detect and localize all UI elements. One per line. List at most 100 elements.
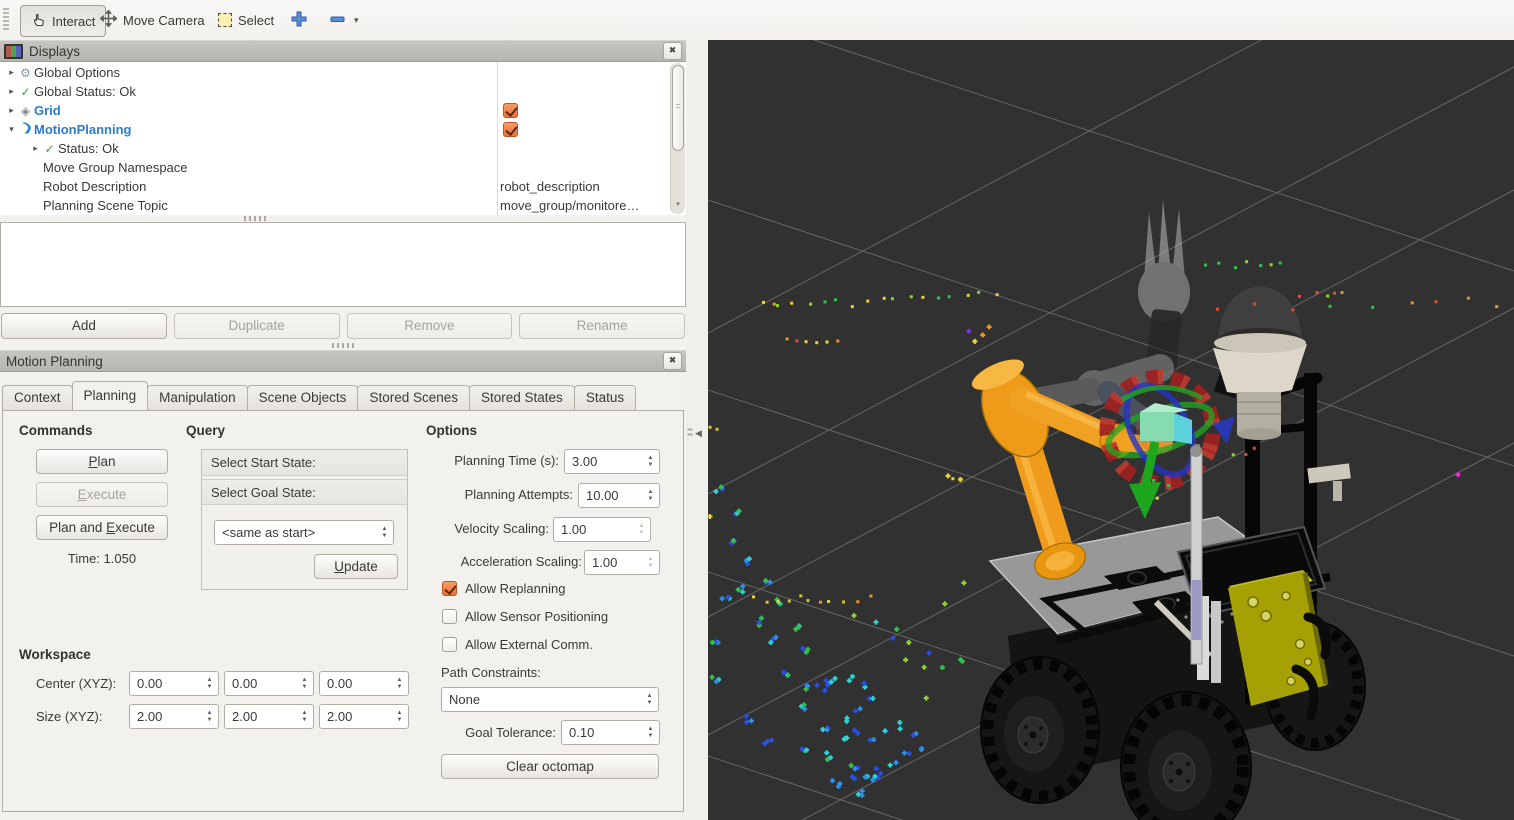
update-button[interactable]: Update: [314, 554, 398, 579]
goal-tolerance-spinbox[interactable]: 0.10 ▲ ▼: [561, 720, 660, 745]
select-tool-button[interactable]: Select: [218, 5, 274, 35]
allow-external-comm-option[interactable]: Allow External Comm.: [442, 637, 593, 652]
allow-replanning-option[interactable]: Allow Replanning: [442, 581, 565, 596]
combo-arrows[interactable]: ▲ ▼: [376, 521, 393, 544]
expander-icon[interactable]: ▸: [6, 86, 17, 97]
panel-splitter[interactable]: ◀: [686, 40, 708, 820]
tree-row-motionplanning[interactable]: ▾ MotionPlanning: [0, 120, 503, 139]
3d-viewport[interactable]: [707, 0, 1514, 820]
scrollbar-down-icon[interactable]: ▾: [672, 200, 684, 212]
tree-row-grid[interactable]: ▸ ◈ Grid: [0, 101, 503, 120]
motion-planning-close-button[interactable]: ✖: [663, 352, 682, 370]
tab-scene-objects[interactable]: Scene Objects: [246, 385, 359, 410]
spin-arrows[interactable]: ▲ ▼: [296, 672, 313, 695]
plan-and-execute-button[interactable]: Plan and Execute: [36, 515, 168, 540]
displays-close-button[interactable]: ✖: [663, 42, 682, 60]
expander-icon[interactable]: ▸: [6, 67, 17, 78]
tab-context[interactable]: Context: [2, 385, 73, 410]
allow-replanning-checkbox[interactable]: [442, 581, 457, 596]
execute-button[interactable]: Execute: [36, 482, 168, 507]
allow-sensor-positioning-checkbox[interactable]: [442, 609, 457, 624]
collapse-panel-icon[interactable]: ◀: [695, 428, 702, 439]
motionplanning-display-icon: [17, 121, 34, 138]
motionplanning-enabled-checkbox[interactable]: [503, 122, 518, 137]
spin-arrows[interactable]: ▲ ▼: [642, 721, 659, 744]
spin-arrows[interactable]: ▲ ▼: [642, 484, 659, 507]
tree-row-robot-description[interactable]: Robot Description: [0, 177, 540, 196]
expander-icon[interactable]: ▾: [6, 124, 17, 135]
tree-row-label: Planning Scene Topic: [43, 198, 168, 213]
planning-scene-topic-value[interactable]: move_group/monitore…: [500, 196, 660, 215]
splitter-grip[interactable]: [244, 216, 266, 221]
displays-panel-header[interactable]: Displays ✖: [0, 40, 686, 62]
workspace-center-x-spinbox[interactable]: 0.00 ▲ ▼: [129, 671, 219, 696]
add-button[interactable]: Add: [1, 313, 167, 339]
select-start-state-row[interactable]: Select Start State:: [202, 450, 407, 476]
spin-arrows[interactable]: ▲ ▼: [642, 551, 659, 574]
remove-button[interactable]: Remove: [346, 313, 513, 339]
splitter-grip[interactable]: [687, 428, 693, 437]
toolbar: Interact Move Camera Select ▾: [0, 0, 1514, 40]
clear-octomap-button[interactable]: Clear octomap: [441, 754, 659, 779]
spin-arrows[interactable]: ▲ ▼: [391, 705, 408, 728]
expander-icon[interactable]: ▸: [6, 105, 17, 116]
allow-external-comm-checkbox[interactable]: [442, 637, 457, 652]
tab-manipulation[interactable]: Manipulation: [147, 385, 248, 410]
workspace-center-y-spinbox[interactable]: 0.00 ▲ ▼: [224, 671, 314, 696]
grid-enabled-checkbox[interactable]: [503, 103, 518, 118]
duplicate-button[interactable]: Duplicate: [173, 313, 340, 339]
move-camera-tool-button[interactable]: Move Camera: [99, 5, 205, 35]
motion-planning-panel-header[interactable]: Motion Planning ✖: [0, 350, 686, 372]
tab-stored-scenes[interactable]: Stored Scenes: [357, 385, 470, 410]
toolbar-grip[interactable]: [3, 8, 9, 32]
spin-arrows[interactable]: ▲ ▼: [633, 518, 650, 541]
workspace-size-y-spinbox[interactable]: 2.00 ▲ ▼: [224, 704, 314, 729]
splitter-grip[interactable]: [332, 343, 354, 348]
velocity-scaling-spinbox[interactable]: 1.00 ▲ ▼: [553, 517, 651, 542]
expander-icon[interactable]: ▸: [30, 143, 41, 154]
plan-button[interactable]: Plan: [36, 449, 168, 474]
tree-row-global-options[interactable]: ▸ ⚙ Global Options: [0, 63, 503, 82]
select-box-icon: [218, 13, 232, 27]
tool-dropdown-caret-icon[interactable]: ▾: [354, 15, 359, 26]
add-tool-button[interactable]: [290, 5, 307, 35]
spin-arrows[interactable]: ▲ ▼: [201, 672, 218, 695]
allow-sensor-positioning-option[interactable]: Allow Sensor Positioning: [442, 609, 608, 624]
displays-scrollbar[interactable]: ▾: [670, 63, 685, 214]
velocity-scaling-value: 1.00: [561, 522, 587, 537]
remove-tool-button[interactable]: ▾: [330, 5, 359, 35]
tree-row-status-ok[interactable]: ▸ ✓ Status: Ok: [0, 139, 527, 158]
path-constraints-combo[interactable]: None ▲ ▼: [441, 687, 659, 712]
rename-button[interactable]: Rename: [519, 313, 685, 339]
spin-arrows[interactable]: ▲ ▼: [201, 705, 218, 728]
combo-arrows[interactable]: ▲ ▼: [641, 688, 658, 711]
planning-attempts-spinbox[interactable]: 10.00 ▲ ▼: [578, 483, 660, 508]
planning-time-result: Time: 1.050: [67, 551, 137, 566]
tab-stored-states[interactable]: Stored States: [469, 385, 575, 410]
planning-attempts-value: 10.00: [586, 488, 619, 503]
tab-status[interactable]: Status: [573, 385, 637, 410]
velocity-scaling-label: Velocity Scaling:: [454, 521, 549, 536]
tree-row-global-status[interactable]: ▸ ✓ Global Status: Ok: [0, 82, 503, 101]
workspace-center-z-spinbox[interactable]: 0.00 ▲ ▼: [319, 671, 409, 696]
spin-arrows[interactable]: ▲ ▼: [391, 672, 408, 695]
acceleration-scaling-spinbox[interactable]: 1.00 ▲ ▼: [584, 550, 660, 575]
robot-description-value[interactable]: robot_description: [500, 177, 660, 196]
tree-row-planning-scene-topic[interactable]: Planning Scene Topic: [0, 196, 540, 215]
minus-icon: [330, 10, 345, 30]
displays-scrollbar-thumb[interactable]: [672, 65, 684, 151]
tree-row-label: Move Group Namespace: [43, 160, 188, 175]
spin-arrows[interactable]: ▲ ▼: [642, 450, 659, 473]
spin-arrows[interactable]: ▲ ▼: [296, 705, 313, 728]
planning-time-spinbox[interactable]: 3.00 ▲ ▼: [564, 449, 660, 474]
workspace-size-z-spinbox[interactable]: 2.00 ▲ ▼: [319, 704, 409, 729]
move-camera-tool-label: Move Camera: [123, 12, 205, 28]
goal-state-combo[interactable]: <same as start> ▲ ▼: [214, 520, 394, 545]
workspace-size-x-spinbox[interactable]: 2.00 ▲ ▼: [129, 704, 219, 729]
select-goal-state-row[interactable]: Select Goal State:: [202, 479, 407, 505]
tree-row-label: Robot Description: [43, 179, 147, 194]
tree-row-move-group-namespace[interactable]: Move Group Namespace: [0, 158, 540, 177]
planning-attempts-label: Planning Attempts:: [464, 487, 573, 502]
tab-planning[interactable]: Planning: [71, 381, 149, 410]
interact-tool-button[interactable]: Interact: [20, 5, 107, 37]
